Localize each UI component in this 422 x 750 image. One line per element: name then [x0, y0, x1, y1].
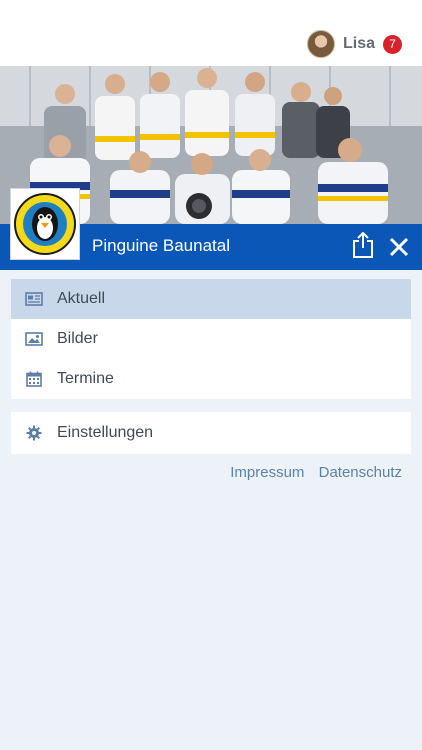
footer-links: Impressum Datenschutz [230, 464, 402, 481]
gear-icon [24, 423, 44, 443]
menu-item-label: Termine [57, 370, 114, 387]
menu-item-label: Aktuell [57, 290, 106, 307]
menu-item-label: Bilder [57, 330, 98, 347]
team-logo [10, 188, 80, 260]
datenschutz-link[interactable]: Datenschutz [319, 464, 402, 481]
image-icon [24, 329, 44, 349]
close-icon [389, 237, 409, 257]
newspaper-icon [24, 289, 44, 309]
menu-item-label: Einstellungen [57, 424, 154, 441]
settings-card: Einstellungen [11, 412, 411, 454]
avatar[interactable] [306, 30, 335, 58]
calendar-icon [24, 369, 44, 389]
notification-badge[interactable]: 7 [383, 34, 402, 54]
top-bar: Lisa 7 [0, 0, 422, 66]
menu-item-termine[interactable]: Termine [11, 359, 411, 399]
share-button[interactable] [352, 231, 374, 258]
user-name[interactable]: Lisa [343, 35, 375, 53]
share-icon [353, 231, 373, 258]
close-button[interactable] [388, 236, 410, 258]
team-name: Pinguine Baunatal [92, 236, 231, 255]
menu-item-einstellungen[interactable]: Einstellungen [11, 412, 411, 454]
menu-item-aktuell[interactable]: Aktuell [11, 279, 411, 319]
user-menu[interactable]: Lisa 7 [306, 30, 402, 58]
impressum-link[interactable]: Impressum [230, 464, 304, 481]
menu-item-bilder[interactable]: Bilder [11, 319, 411, 359]
penguin-logo [14, 193, 76, 255]
navigation-menu: Aktuell Bilder Termine [11, 279, 411, 399]
